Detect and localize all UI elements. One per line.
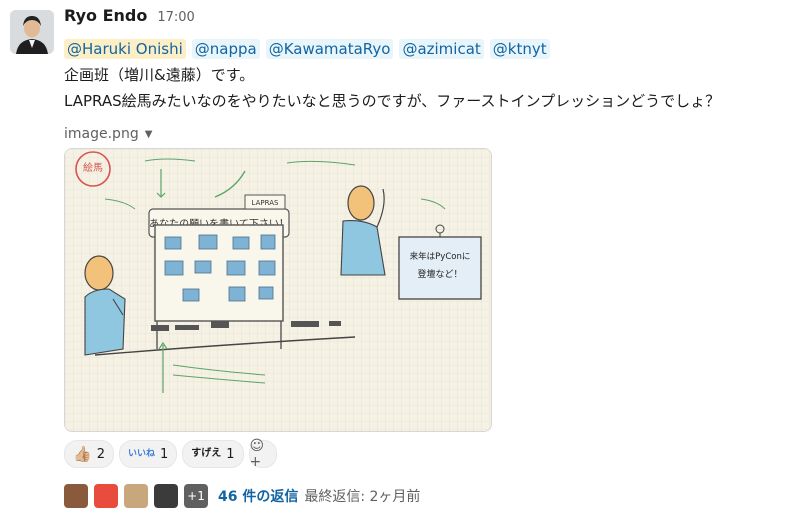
reaction-thumbs-up[interactable]: 👍🏼 2 <box>64 440 114 468</box>
more-repliers-badge: +1 <box>184 484 208 508</box>
reaction-sugee[interactable]: すげえ 1 <box>182 440 244 468</box>
sugee-icon: すげえ <box>191 448 222 459</box>
mention-haruki-onishi[interactable]: @Haruki Onishi <box>64 39 186 59</box>
replier-avatar <box>124 484 148 508</box>
author-photo <box>10 10 54 54</box>
reaction-count: 2 <box>96 446 105 462</box>
message-line-1: 企画班（増川&遠藤）です。 <box>64 66 255 84</box>
sketch-stamp-text: 絵馬 <box>83 161 103 174</box>
add-reaction-button[interactable]: ☺+ <box>248 438 277 470</box>
file-name[interactable]: image.png <box>64 126 139 142</box>
message: Ryo Endo 17:00 @Haruki Onishi @nappa @Ka… <box>64 6 792 508</box>
mention-kawamataryo[interactable]: @KawamataRyo <box>265 39 394 59</box>
sketch-sign-line2: 登壇など！ <box>417 268 462 280</box>
reply-count-link[interactable]: 46 件の返信 <box>218 486 298 506</box>
iine-icon: いいね <box>127 448 155 459</box>
reaction-count: 1 <box>226 446 235 462</box>
sketch-image: 絵馬 あなたの願いを書いて下さい！ LAPRAS <box>65 149 491 431</box>
reaction-iine[interactable]: いいね 1 <box>118 440 178 468</box>
image-attachment[interactable]: 絵馬 あなたの願いを書いて下さい！ LAPRAS <box>64 148 492 432</box>
add-emoji-icon: ☺+ <box>249 438 265 470</box>
mention-azimicat[interactable]: @azimicat <box>399 39 484 59</box>
sketch-sign-line1: 来年はPyConに <box>410 251 471 262</box>
thread-replies[interactable]: +1 46 件の返信 最終返信: 2ヶ月前 <box>64 484 420 508</box>
message-line-2: LAPRAS絵馬みたいなのをやりたいなと思うのですが、ファーストインプレッション… <box>64 92 721 110</box>
thumbs-up-icon: 👍🏼 <box>73 444 92 463</box>
reaction-count: 1 <box>159 446 169 462</box>
sketch-board-tag: LAPRAS <box>252 199 279 207</box>
mention-nappa[interactable]: @nappa <box>191 39 260 59</box>
file-header[interactable]: image.png ▼ <box>64 124 792 144</box>
replier-avatar <box>154 484 178 508</box>
reaction-bar: 👍🏼 2 いいね 1 すげえ 1 ☺+ <box>64 438 277 470</box>
mention-list: @Haruki Onishi @nappa @KawamataRyo @azim… <box>64 36 792 62</box>
replier-avatar <box>94 484 118 508</box>
author-avatar[interactable] <box>10 10 54 54</box>
chevron-down-icon[interactable]: ▼ <box>145 129 153 140</box>
last-reply-time: 最終返信: 2ヶ月前 <box>304 489 421 505</box>
replier-avatar <box>64 484 88 508</box>
mention-ktnyt[interactable]: @ktnyt <box>489 39 550 59</box>
author-name[interactable]: Ryo Endo <box>64 6 147 25</box>
message-timestamp[interactable]: 17:00 <box>157 10 194 25</box>
